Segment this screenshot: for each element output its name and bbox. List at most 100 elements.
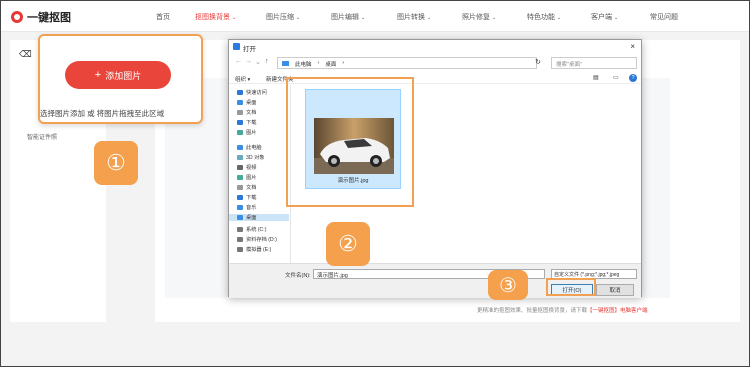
nav-item[interactable]: 特色功能 ⌄ [527,12,561,22]
tree-item[interactable]: 系统 (C:) [237,226,266,233]
path-input[interactable]: 此电脑 › 桌面 › [277,57,537,69]
refresh-icon[interactable]: ↻ [535,58,541,66]
nav-item[interactable]: 客户端 ⌄ [591,12,618,22]
nav-item-label: 图片转换 [397,14,425,21]
help-icon[interactable]: ? [629,74,637,82]
step-badge-3: ③ [488,270,528,300]
file-highlight [286,77,414,207]
tree-item[interactable]: 视频 [237,164,256,171]
cancel-button[interactable]: 取消 [596,284,634,296]
nav-item[interactable]: 图片编辑 ⌄ [331,12,365,22]
sidebar-item-id-photo[interactable]: 智能证件照 [27,132,57,141]
drive-icon [237,247,243,252]
open-highlight [546,278,596,296]
chevron-down-icon: ⌄ [296,15,301,21]
tree-item[interactable]: 文档 [237,184,256,191]
client-link[interactable]: 【一键抠图】电脑客户端 [587,308,648,314]
plus-icon: + [94,69,102,81]
chevron-down-icon: ⌄ [492,15,497,21]
chevron-down-icon: ⌄ [361,15,366,21]
eraser-icon: ⌫ [19,49,32,59]
address-bar: ← → ⌄ ↑ 此电脑 › 桌面 › ↻ 搜索"桌面" [229,54,641,72]
drive-icon [237,227,243,232]
nav-item-label: 常见问题 [650,14,678,21]
nav-item-label: 图片压缩 [266,14,294,21]
nav-item-label: 客户端 [591,14,612,21]
nav-item[interactable]: 首页 [156,12,170,22]
path-segment[interactable]: 桌面 [325,60,336,68]
nav-item-label: 特色功能 [527,14,555,21]
dialog-title: 打开 [243,46,256,53]
tree-item[interactable]: 桌面 [229,214,289,221]
tree-item[interactable]: 3D 对象 [237,154,264,161]
tree-item-label: 此电脑 [246,145,262,151]
tree-item-label: 音乐 [246,205,257,211]
logo[interactable]: 一键抠图 [11,9,71,25]
close-icon[interactable]: × [630,42,635,51]
picture-icon [237,130,243,135]
nav-item[interactable]: 抠图换背景 ⌄ [195,12,236,22]
tree-item-label: 系统 (C:) [246,227,267,233]
nav-item-label: 抠图换背景 [195,14,230,21]
logo-icon [11,11,23,23]
tree-item[interactable]: 图片 [237,129,256,136]
tree-item[interactable]: 资料存档 (D:) [237,236,277,243]
tree-item-label: 模拟器 (E:) [246,247,272,253]
navigation-tree: 快速访问 桌面 文档 下载 图片 此电脑 3D 对象 视频 图片 文档 下载 音乐 桌面 系统 (C:) 资… [229,85,291,263]
tree-item-label: 下载 [246,195,257,201]
tree-item[interactable]: 快速访问 [237,89,267,96]
tree-item[interactable]: 文档 [237,109,256,116]
upload-popup: + 添加图片 选择图片添加 或 将图片拖拽至此区域 [38,34,203,124]
tree-item-label: 桌面 [246,215,257,221]
up-icon[interactable]: ↑ [265,58,269,65]
nav-item-label: 图片编辑 [331,14,359,21]
path-separator: › [317,60,320,66]
document-icon [237,185,243,190]
path-segment[interactable]: 此电脑 [295,60,312,68]
nav-item[interactable]: 常见问题 [650,12,678,22]
download-icon [237,120,243,125]
search-input[interactable]: 搜索"桌面" [551,57,637,69]
add-image-button[interactable]: + 添加图片 [65,61,171,89]
dialog-titlebar: 打开 × [229,40,641,54]
nav-item[interactable]: 照片修复 ⌄ [462,12,496,22]
organize-menu[interactable]: 组织 ▾ [235,75,250,83]
drive-icon [237,237,243,242]
filename-label: 文件名(N): [285,273,311,279]
computer-small-icon [282,61,289,66]
tree-item[interactable]: 下载 [237,119,256,126]
view-options-icon[interactable]: ▤ [593,74,599,81]
computer-icon [237,145,243,150]
step-badge-1: ① [94,141,138,185]
tree-item-label: 快速访问 [246,90,267,96]
tree-item-label: 文档 [246,110,257,116]
video-icon [237,165,243,170]
document-icon [237,110,243,115]
footnote-text: 更精准的抠图效果、批量抠图换背景，请下载 [477,308,588,314]
tree-item[interactable]: 模拟器 (E:) [237,246,271,253]
nav-item-label: 首页 [156,14,170,21]
back-icon[interactable]: ← [235,58,242,65]
path-separator: › [342,60,345,66]
forward-icon[interactable]: → [245,58,252,65]
tree-item-label: 下载 [246,120,257,126]
history-chevron-icon[interactable]: ⌄ [255,58,261,66]
tree-item-label: 视频 [246,165,257,171]
app-icon [233,43,240,50]
tree-item[interactable]: 下载 [237,194,256,201]
download-icon [237,195,243,200]
preview-pane-icon[interactable]: ▭ [613,74,619,81]
tree-item[interactable]: 图片 [237,174,256,181]
desktop-icon [237,215,243,220]
tree-item[interactable]: 桌面 [237,99,256,106]
nav-item[interactable]: 图片压缩 ⌄ [266,12,300,22]
chevron-down-icon: ⌄ [427,15,432,21]
tree-item[interactable]: 音乐 [237,204,256,211]
footnote: 更精准的抠图效果、批量抠图换背景，请下载【一键抠图】电脑客户端 [477,306,648,314]
nav-item[interactable]: 图片转换 ⌄ [397,12,431,22]
step-badge-2: ② [326,222,370,266]
top-nav: 一键抠图 首页 抠图换背景 ⌄ 图片压缩 ⌄ 图片编辑 ⌄ 图片转换 ⌄ 照片修复 ⌄ 特色功能 ⌄ 客户… [1,1,749,32]
picture-icon [237,175,243,180]
tree-item-label: 文档 [246,185,257,191]
tree-item[interactable]: 此电脑 [237,144,262,151]
